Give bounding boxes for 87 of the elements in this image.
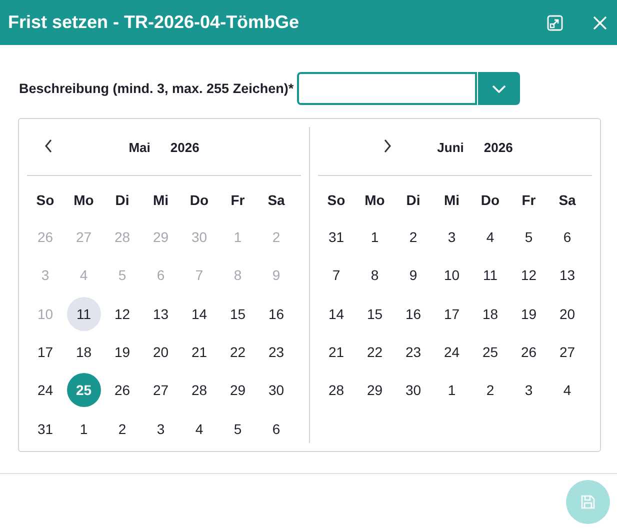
day-button[interactable]: 5 <box>220 412 255 446</box>
day-button[interactable]: 19 <box>105 335 140 370</box>
day-button[interactable]: 2 <box>473 373 508 408</box>
day-button[interactable]: 21 <box>319 335 354 370</box>
day-button[interactable]: 28 <box>319 373 354 408</box>
close-icon[interactable] <box>593 16 607 30</box>
description-field[interactable] <box>296 72 477 105</box>
day-button[interactable]: 7 <box>319 258 354 292</box>
day-button[interactable]: 4 <box>473 220 508 254</box>
day-button[interactable]: 2 <box>396 220 430 254</box>
day-button[interactable]: 31 <box>319 220 354 254</box>
year[interactable]: 2026 <box>170 140 200 154</box>
day-button[interactable]: 24 <box>434 335 469 370</box>
day-button[interactable]: 10 <box>434 258 469 292</box>
day-button[interactable]: 5 <box>512 220 546 254</box>
day-button[interactable]: 16 <box>396 296 430 331</box>
day-button[interactable]: 8 <box>358 258 392 292</box>
chevron-down-icon <box>492 84 506 92</box>
month-name[interactable]: Mai <box>128 140 150 154</box>
day-button[interactable]: 26 <box>512 335 546 370</box>
day-button[interactable]: 6 <box>259 412 294 446</box>
window-title: Frist setzen - TR-2026-04-TömbGe <box>8 12 300 33</box>
day-button[interactable]: 1 <box>66 412 101 446</box>
weekday-label: Do <box>188 191 210 210</box>
expand-icon[interactable] <box>547 14 563 30</box>
day-button[interactable]: 17 <box>434 296 469 331</box>
day-button[interactable]: 19 <box>512 296 546 331</box>
day-button[interactable]: 15 <box>358 296 392 331</box>
month-name[interactable]: Juni <box>437 140 464 154</box>
day-button[interactable]: 11 <box>473 258 508 292</box>
weekday-label: Di <box>114 191 130 210</box>
day-button[interactable]: 3 <box>144 412 178 446</box>
day-button[interactable]: 30 <box>259 373 294 408</box>
day-button[interactable]: 1 <box>358 220 392 254</box>
day-button[interactable]: 25 <box>473 335 508 370</box>
day-button[interactable]: 13 <box>144 296 178 331</box>
day-button[interactable]: 21 <box>182 335 216 370</box>
year[interactable]: 2026 <box>484 140 513 154</box>
weekday-label: Fr <box>520 191 537 210</box>
dropdown-button[interactable] <box>478 72 520 105</box>
day-button[interactable]: 4 <box>550 373 584 408</box>
weekday-label: So <box>326 191 346 210</box>
day-button[interactable]: 30 <box>396 373 430 408</box>
day-button[interactable]: 17 <box>28 335 62 370</box>
day-button[interactable]: 14 <box>182 296 216 331</box>
day-button[interactable]: 31 <box>28 412 62 446</box>
weekday-label: Di <box>405 191 422 210</box>
day-button[interactable]: 28 <box>182 373 216 408</box>
day-button[interactable]: 20 <box>550 296 584 331</box>
day-button[interactable]: 23 <box>396 335 430 370</box>
field-label: Beschreibung (mind. 3, max. 255 Zeichen)* <box>19 81 294 96</box>
day-button[interactable]: 20 <box>144 335 178 370</box>
day-button[interactable]: 26 <box>105 373 140 408</box>
day-button[interactable]: 29 <box>220 373 255 408</box>
day-button[interactable]: 11 <box>66 296 101 331</box>
weekday-label: Sa <box>558 191 577 210</box>
weekday-label: Mo <box>72 191 95 210</box>
day-button[interactable]: 4 <box>182 412 216 446</box>
day-button[interactable]: 24 <box>28 373 62 408</box>
day-button[interactable]: 27 <box>144 373 178 408</box>
weekday-label: Mi <box>442 191 461 210</box>
day-button[interactable]: 22 <box>220 335 255 370</box>
day-button[interactable]: 12 <box>512 258 546 292</box>
weekday-label: Mi <box>152 191 170 210</box>
day-button[interactable]: 2 <box>105 412 140 446</box>
day-button[interactable]: 14 <box>319 296 354 331</box>
weekday-label: Mo <box>364 191 386 210</box>
day-button[interactable]: 16 <box>259 296 294 331</box>
day-button[interactable]: 25 <box>66 373 101 408</box>
day-button[interactable]: 1 <box>434 373 469 408</box>
day-button[interactable]: 6 <box>550 220 584 254</box>
day-button[interactable]: 15 <box>220 296 255 331</box>
day-button[interactable]: 22 <box>358 335 392 370</box>
day-button[interactable]: 27 <box>550 335 584 370</box>
day-button[interactable]: 29 <box>358 373 392 408</box>
day-button[interactable]: 3 <box>512 373 546 408</box>
day-button[interactable]: 9 <box>396 258 430 292</box>
day-button[interactable]: 13 <box>550 258 584 292</box>
day-button[interactable]: 12 <box>105 296 140 331</box>
day-button[interactable]: 3 <box>434 220 469 254</box>
weekday-label: Sa <box>266 191 286 210</box>
day-button[interactable]: 18 <box>473 296 508 331</box>
weekday-label: Fr <box>230 191 246 210</box>
day-button[interactable]: 18 <box>66 335 101 370</box>
weekday-label: So <box>35 191 56 210</box>
weekday-label: Do <box>480 191 501 210</box>
day-button[interactable]: 23 <box>259 335 294 370</box>
